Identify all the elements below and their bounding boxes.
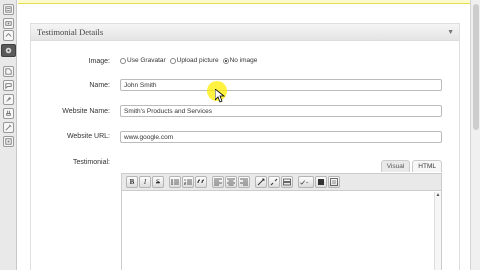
website-url-label: Website URL: bbox=[66, 133, 110, 140]
fullscreen-icon bbox=[318, 179, 324, 185]
tab-html[interactable]: HTML bbox=[412, 160, 442, 172]
bold-icon: B bbox=[129, 178, 135, 186]
blockquote-icon bbox=[197, 179, 205, 184]
align-right-button[interactable] bbox=[238, 176, 250, 188]
image-source-radio-group: Use Gravatar Upload picture No image bbox=[120, 57, 259, 64]
more-tag-icon bbox=[283, 178, 291, 186]
spellcheck-button[interactable] bbox=[298, 176, 314, 188]
numbered-list-icon bbox=[184, 179, 192, 185]
tools-icon[interactable] bbox=[3, 122, 14, 133]
unlink-icon bbox=[270, 178, 278, 186]
fullscreen-button[interactable] bbox=[315, 176, 327, 188]
pages-icon[interactable] bbox=[3, 66, 14, 77]
mouse-pointer-icon bbox=[215, 89, 225, 103]
italic-button[interactable]: I bbox=[139, 176, 151, 188]
strikethrough-icon: S bbox=[156, 178, 160, 186]
italic-icon: I bbox=[143, 178, 147, 186]
insert-more-button[interactable] bbox=[281, 176, 293, 188]
admin-menu-strip bbox=[0, 0, 17, 270]
scroll-up-icon[interactable]: ▲ bbox=[435, 192, 441, 199]
settings-icon[interactable] bbox=[3, 136, 14, 147]
testimonial-editor: B I S ▲ bbox=[121, 173, 442, 270]
blockquote-button[interactable] bbox=[195, 176, 207, 188]
no-image-radio[interactable] bbox=[222, 57, 229, 64]
align-left-icon bbox=[214, 178, 222, 186]
bullet-list-button[interactable] bbox=[169, 176, 181, 188]
testimonials-icon[interactable] bbox=[1, 44, 16, 57]
align-left-button[interactable] bbox=[212, 176, 224, 188]
gravatar-option-label: Use Gravatar bbox=[127, 57, 166, 64]
postbox-title: Testimonial Details bbox=[37, 27, 104, 37]
media-icon[interactable] bbox=[3, 18, 14, 29]
gravatar-radio[interactable] bbox=[120, 57, 126, 64]
bullet-list-icon bbox=[171, 179, 179, 185]
spellcheck-icon bbox=[300, 180, 309, 185]
name-input[interactable]: John Smith bbox=[120, 79, 442, 91]
no-image-option[interactable]: No image bbox=[222, 57, 258, 64]
appearance-icon[interactable] bbox=[3, 94, 14, 105]
strikethrough-button[interactable]: S bbox=[152, 176, 164, 188]
editor-content-area[interactable] bbox=[122, 192, 441, 270]
unlink-button[interactable] bbox=[268, 176, 280, 188]
testimonial-label: Testimonial: bbox=[73, 159, 110, 166]
numbered-list-button[interactable] bbox=[182, 176, 194, 188]
align-center-icon bbox=[227, 178, 235, 186]
comments-icon[interactable] bbox=[3, 80, 14, 91]
insert-link-button[interactable] bbox=[255, 176, 267, 188]
links-icon[interactable] bbox=[3, 30, 14, 41]
plugins-icon[interactable] bbox=[3, 108, 14, 119]
no-image-option-label: No image bbox=[229, 57, 258, 64]
align-center-button[interactable] bbox=[225, 176, 237, 188]
upload-picture-option-label: Upload picture bbox=[176, 57, 219, 64]
collapse-toggle-icon[interactable]: ▼ bbox=[447, 24, 454, 41]
postbox-header[interactable]: Testimonial Details ▼ bbox=[31, 24, 459, 41]
page-scrollbar[interactable] bbox=[470, 0, 480, 270]
posts-icon[interactable] bbox=[3, 4, 14, 15]
admin-notice-edge bbox=[18, 0, 470, 4]
bold-button[interactable]: B bbox=[126, 176, 138, 188]
align-right-icon bbox=[240, 178, 248, 186]
kitchen-sink-button[interactable] bbox=[328, 176, 340, 188]
editor-mode-tabs: Visual HTML bbox=[380, 160, 442, 172]
gravatar-option[interactable]: Use Gravatar bbox=[120, 57, 166, 64]
link-icon bbox=[257, 178, 265, 186]
editor-toolbar: B I S bbox=[122, 174, 441, 191]
website-name-input[interactable]: Smith's Products and Services bbox=[120, 105, 442, 117]
website-name-label: Website Name: bbox=[62, 108, 110, 115]
upload-picture-option[interactable]: Upload picture bbox=[169, 57, 219, 64]
editor-scrollbar[interactable]: ▲ bbox=[434, 192, 441, 270]
image-label: Image: bbox=[88, 58, 110, 65]
kitchen-sink-icon bbox=[330, 178, 338, 186]
name-label: Name: bbox=[89, 82, 110, 89]
tab-visual[interactable]: Visual bbox=[380, 160, 411, 172]
website-url-input[interactable]: www.google.com bbox=[120, 131, 442, 143]
scrollbar-thumb[interactable] bbox=[473, 4, 479, 130]
upload-picture-radio[interactable] bbox=[169, 57, 176, 64]
